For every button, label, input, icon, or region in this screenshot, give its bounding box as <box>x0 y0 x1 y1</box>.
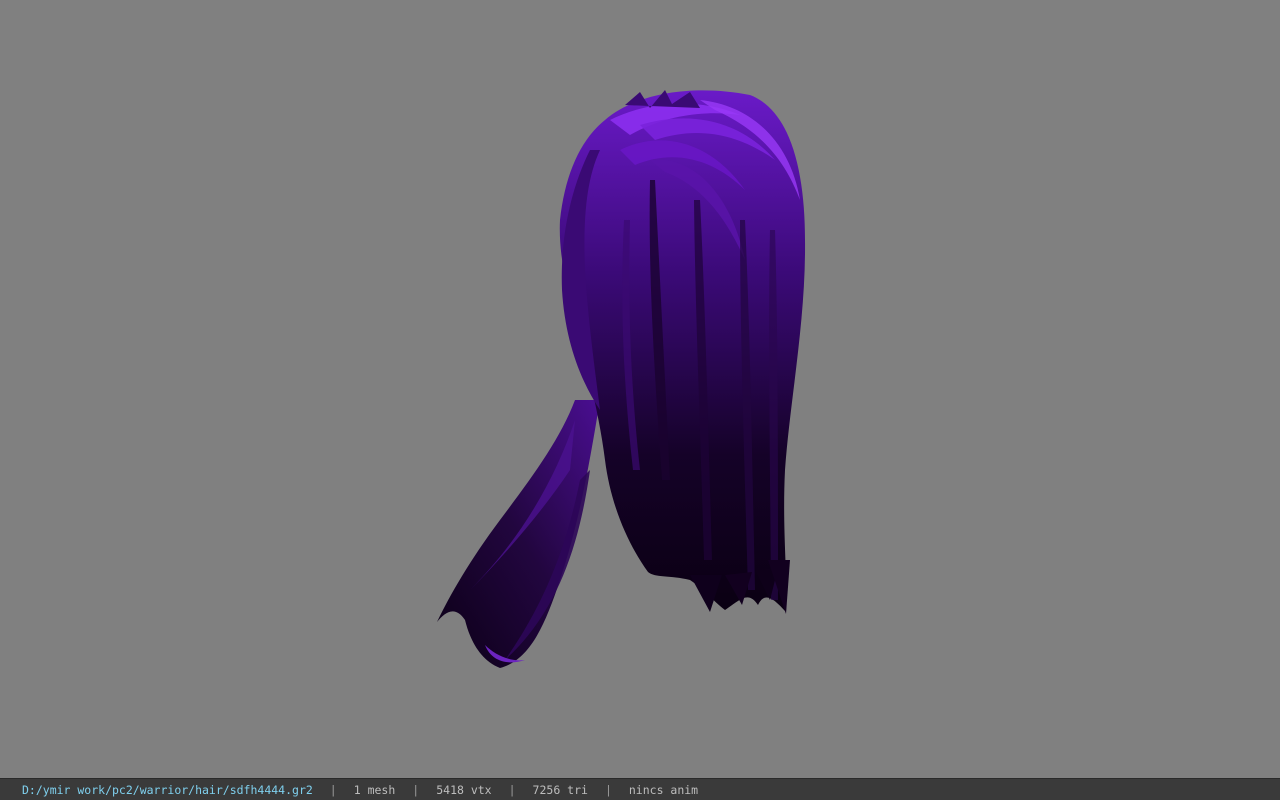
3d-viewport[interactable] <box>0 0 1280 778</box>
triangle-count: 7256 tri <box>532 782 588 797</box>
separator: | <box>508 782 516 797</box>
hair-model[interactable] <box>0 0 1280 778</box>
status-bar: D:/ymir work/pc2/warrior/hair/sdfh4444.g… <box>0 778 1280 800</box>
mesh-count: 1 mesh <box>353 782 396 797</box>
animation-status: nincs anim <box>628 782 699 797</box>
file-path: D:/ymir work/pc2/warrior/hair/sdfh4444.g… <box>22 782 313 797</box>
separator: | <box>329 782 337 797</box>
separator: | <box>604 782 612 797</box>
separator: | <box>412 782 420 797</box>
vertex-count: 5418 vtx <box>436 782 492 797</box>
